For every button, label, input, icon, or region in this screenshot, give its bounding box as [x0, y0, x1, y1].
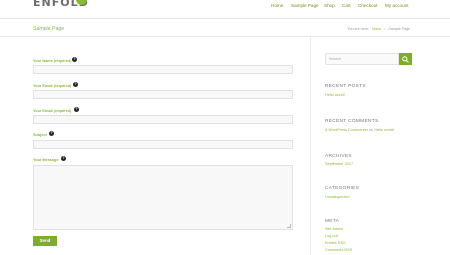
recent-post-link[interactable]: Hello world!: [325, 93, 345, 98]
page-title[interactable]: Sample Page: [33, 26, 64, 32]
breadcrumb-home[interactable]: Home: [372, 27, 382, 31]
title-bar: Sample Page You are here: Home / Sample …: [0, 19, 450, 37]
help-icon[interactable]: ?: [73, 82, 78, 87]
meta-entries-rss[interactable]: Entries RSS: [325, 241, 346, 246]
field-label-name: Your Name (required): [33, 59, 72, 63]
help-icon[interactable]: ?: [72, 57, 77, 62]
search-button[interactable]: [399, 53, 412, 65]
breadcrumb-current: Sample Page: [388, 27, 410, 31]
site-header: ENFOLD Home Sample Page Shop Cart Checko…: [0, 0, 450, 19]
field-label-email-1: Your Email (required): [33, 84, 72, 88]
search-icon: [402, 55, 409, 63]
archive-link[interactable]: September 2017: [325, 162, 353, 167]
comment-on: on: [369, 128, 374, 132]
field-label-email-2: Your Email (required): [33, 109, 72, 113]
sidebar-divider: [310, 37, 311, 255]
recent-posts-title: RECENT POSTS: [325, 84, 366, 89]
field-label-subject: Subject: [33, 133, 47, 137]
recent-comment: A WordPress Commenter on Hello world!: [325, 128, 394, 133]
help-icon[interactable]: ?: [49, 131, 54, 136]
message-textarea[interactable]: [33, 165, 293, 230]
nav-cart[interactable]: Cart: [342, 3, 351, 8]
nav-sample-page[interactable]: Sample Page: [291, 3, 319, 8]
email-confirm-field[interactable]: [33, 115, 293, 124]
search-input[interactable]: Search: [325, 53, 399, 65]
meta-title: META: [325, 219, 340, 224]
breadcrumb: You are here: Home / Sample Page: [345, 27, 410, 31]
nav-my-account[interactable]: My account: [385, 3, 409, 8]
recent-comments-title: RECENT COMMENTS: [325, 119, 379, 124]
meta-comments-rss[interactable]: Comments RSS: [325, 248, 352, 253]
main-nav: Home Sample Page Shop Cart Checkout My a…: [0, 3, 450, 13]
category-link[interactable]: Uncategorized: [325, 195, 349, 200]
name-field[interactable]: [33, 65, 293, 74]
email-field[interactable]: [33, 90, 293, 99]
subject-field[interactable]: [33, 140, 293, 149]
comment-post-link[interactable]: Hello world!: [374, 128, 394, 132]
help-icon[interactable]: ?: [61, 156, 66, 161]
breadcrumb-prefix: You are here:: [347, 27, 369, 31]
send-button[interactable]: Send: [33, 236, 57, 246]
comment-author[interactable]: A WordPress Commenter: [325, 128, 368, 132]
meta-log-out[interactable]: Log out: [325, 234, 338, 239]
resize-handle-icon[interactable]: [287, 224, 291, 228]
nav-shop[interactable]: Shop: [324, 3, 335, 8]
archives-title: ARCHIVES: [325, 154, 352, 159]
categories-title: CATEGORIES: [325, 186, 360, 191]
nav-checkout[interactable]: Checkout: [358, 3, 377, 8]
field-label-message: Your Message: [33, 158, 59, 162]
meta-site-admin[interactable]: Site Admin: [325, 227, 343, 232]
help-icon[interactable]: ?: [74, 107, 79, 112]
nav-home[interactable]: Home: [271, 3, 283, 8]
breadcrumb-separator: /: [384, 27, 386, 31]
